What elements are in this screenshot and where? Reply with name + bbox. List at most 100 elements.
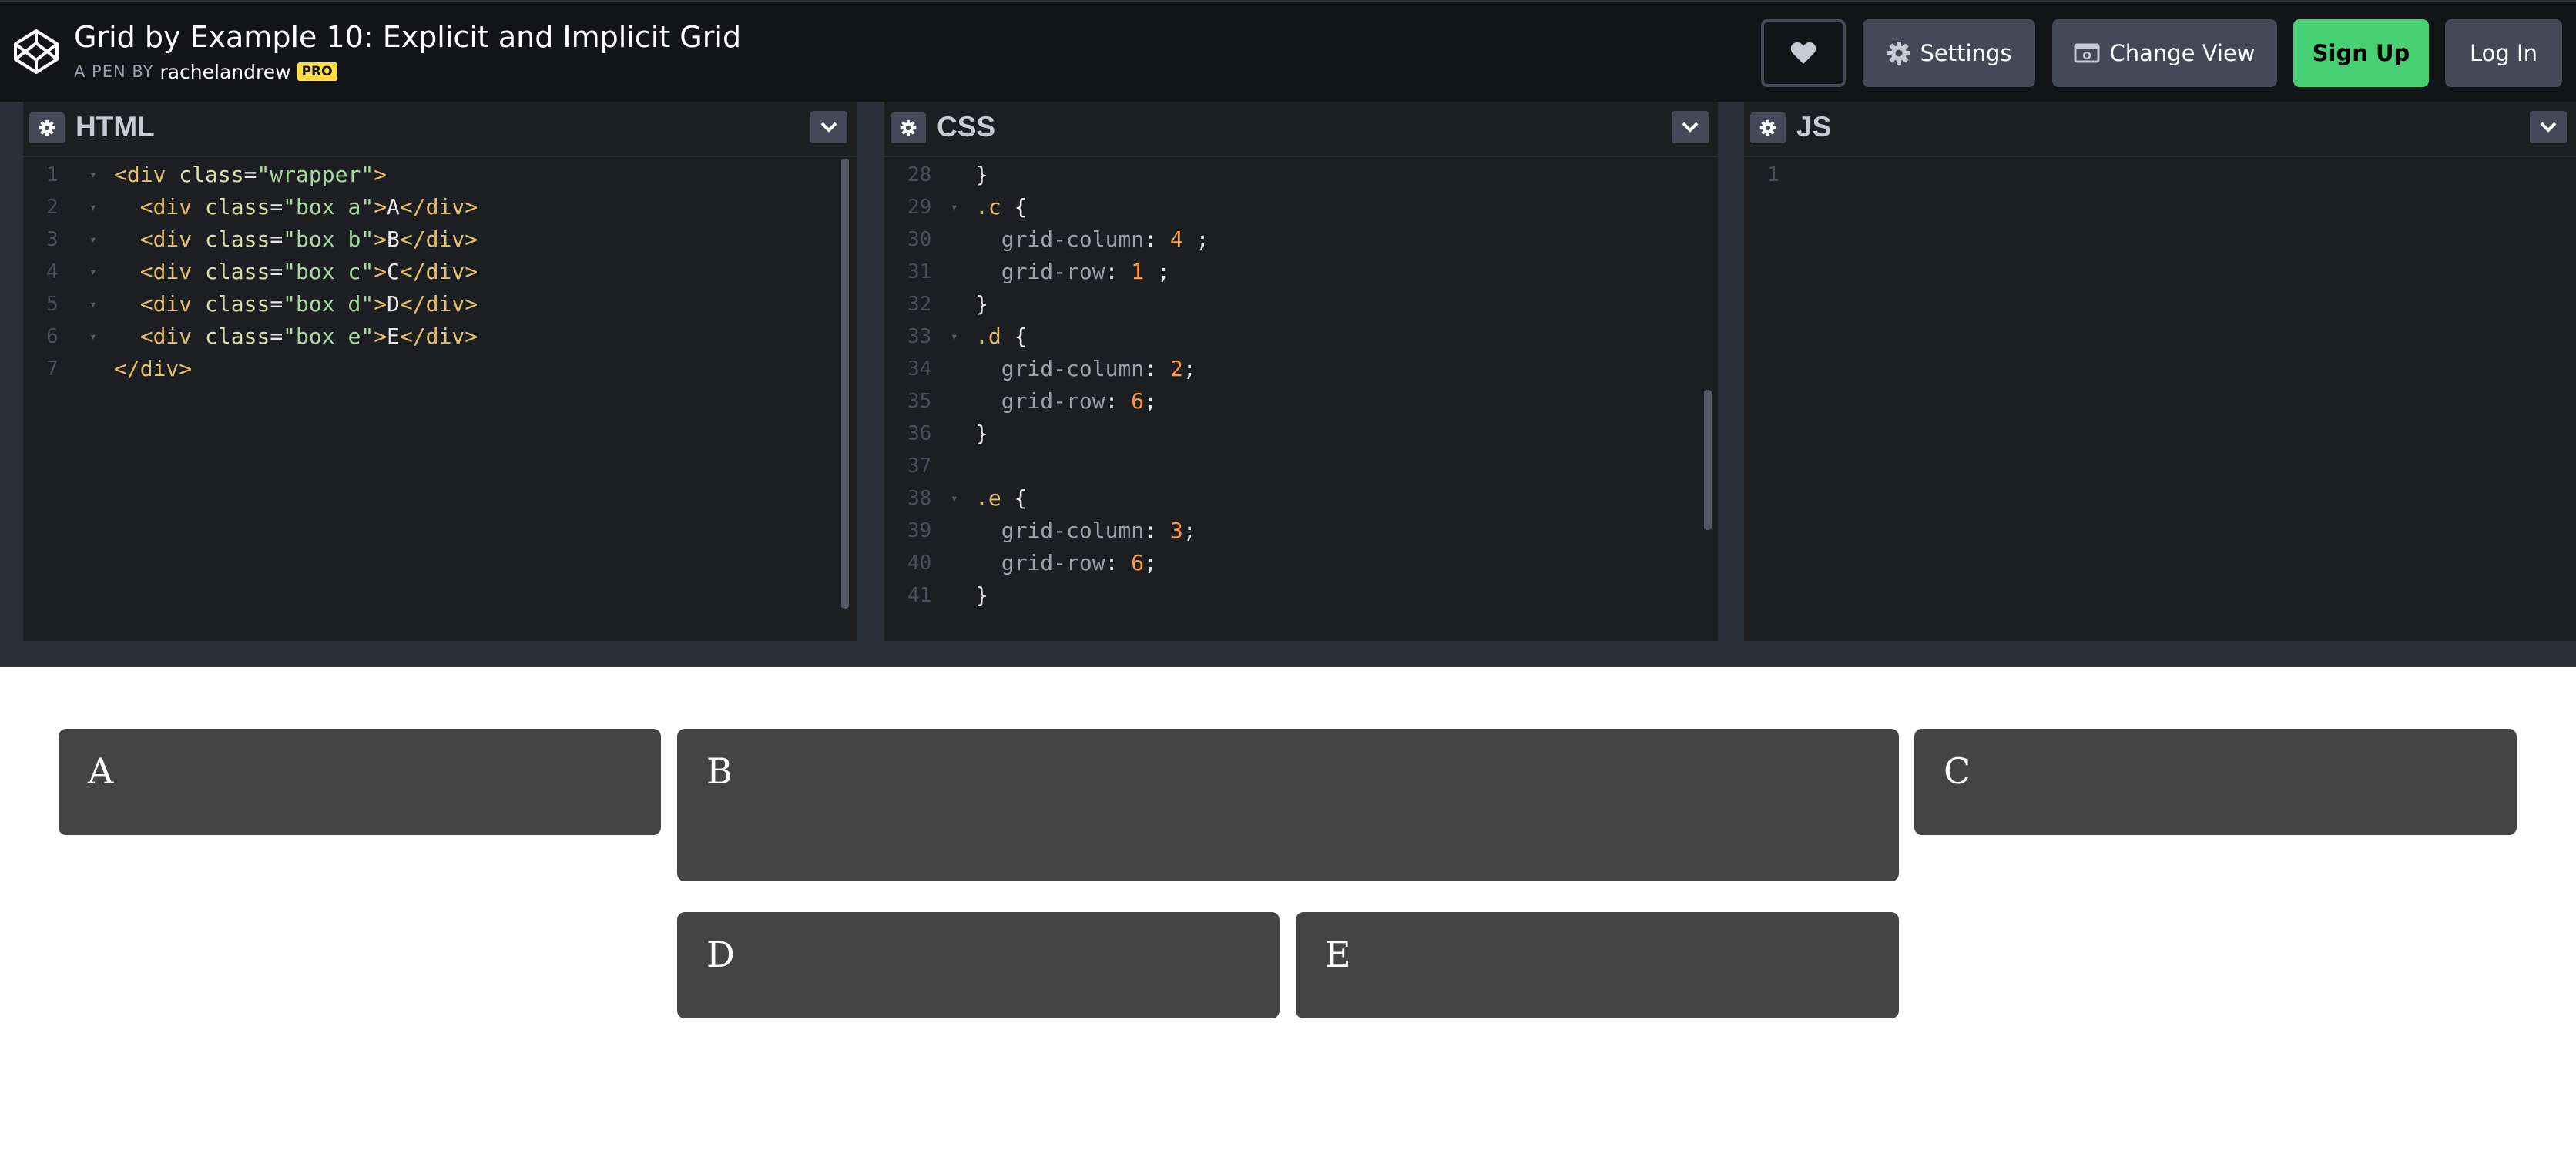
code-line[interactable]: 37 bbox=[884, 450, 1718, 482]
sign-up-button[interactable]: Sign Up bbox=[2293, 19, 2429, 87]
fold-arrow-icon[interactable]: ▾ bbox=[89, 256, 97, 288]
pen-by-label: A PEN BY bbox=[74, 62, 154, 81]
author-link[interactable]: rachelandrew bbox=[159, 61, 290, 83]
code-token: = bbox=[270, 226, 283, 252]
chevron-down-icon bbox=[1682, 122, 1699, 133]
code-token: > bbox=[374, 291, 387, 317]
result-resizer[interactable] bbox=[0, 641, 2576, 667]
editor-resizer-1[interactable] bbox=[857, 102, 884, 641]
codepen-logo-icon[interactable] bbox=[12, 28, 60, 75]
fold-arrow-icon[interactable]: ▾ bbox=[89, 191, 97, 223]
code-token: 1 bbox=[1131, 259, 1145, 284]
code-token: B bbox=[387, 226, 400, 252]
log-in-button[interactable]: Log In bbox=[2445, 19, 2562, 87]
code-text: <div class="box d">D</div> bbox=[114, 288, 478, 320]
code-token: </div> bbox=[399, 226, 478, 252]
code-token: A bbox=[387, 194, 400, 220]
code-line[interactable]: 1 bbox=[1744, 159, 2576, 191]
fold-arrow-icon[interactable]: ▾ bbox=[951, 320, 958, 353]
code-text: grid-row: 6; bbox=[975, 547, 1157, 579]
code-text: <div class="wrapper"> bbox=[114, 159, 387, 191]
code-token: "box c" bbox=[283, 259, 374, 284]
css-editor[interactable]: CSS 28} 29 ▾ .c {30 grid-column: 4 ; 31 grid… bbox=[884, 102, 1718, 641]
fold-arrow-icon[interactable]: ▾ bbox=[951, 191, 958, 223]
code-text: } bbox=[975, 579, 988, 612]
fold-arrow-icon[interactable]: ▾ bbox=[89, 288, 97, 320]
line-number: 34 bbox=[907, 357, 932, 381]
line-number: 7 bbox=[46, 357, 59, 381]
html-scrollbar[interactable] bbox=[841, 159, 849, 609]
line-number: 31 bbox=[907, 260, 932, 283]
code-line[interactable]: 32} bbox=[884, 288, 1718, 320]
line-number: 40 bbox=[907, 552, 932, 575]
html-editor[interactable]: HTML 1 ▾ <div class="wrapper"> 2 ▾ <div clas… bbox=[23, 102, 857, 641]
love-button[interactable] bbox=[1761, 19, 1846, 87]
code-line[interactable]: 3 ▾ <div class="box b">B</div> bbox=[23, 223, 857, 256]
line-number: 1 bbox=[46, 163, 59, 186]
code-line[interactable]: 28} bbox=[884, 159, 1718, 191]
code-line[interactable]: 41} bbox=[884, 579, 1718, 612]
line-number: 33 bbox=[907, 325, 932, 348]
css-collapse-button[interactable] bbox=[1672, 111, 1709, 143]
line-number: 6 bbox=[46, 325, 59, 348]
line-number: 1 bbox=[1767, 163, 1779, 186]
code-line[interactable]: 4 ▾ <div class="box c">C</div> bbox=[23, 256, 857, 288]
code-text: grid-column: 3; bbox=[975, 515, 1196, 547]
line-number: 38 bbox=[907, 487, 932, 510]
code-line[interactable]: 40 grid-row: 6; bbox=[884, 547, 1718, 579]
js-collapse-button[interactable] bbox=[2530, 111, 2567, 143]
code-text: } bbox=[975, 288, 988, 320]
code-line[interactable]: 1 ▾ <div class="wrapper"> bbox=[23, 159, 857, 191]
code-token: class bbox=[179, 162, 244, 187]
html-code[interactable]: 1 ▾ <div class="wrapper"> 2 ▾ <div class="bo… bbox=[23, 159, 857, 385]
gear-icon bbox=[1887, 42, 1910, 65]
line-number: 5 bbox=[46, 293, 59, 316]
fold-arrow-icon[interactable]: ▾ bbox=[89, 223, 97, 256]
code-token: > bbox=[374, 162, 387, 187]
code-token: "box b" bbox=[283, 226, 374, 252]
code-line[interactable]: 36} bbox=[884, 418, 1718, 450]
code-token: "box a" bbox=[283, 194, 374, 220]
code-line[interactable]: 6 ▾ <div class="box e">E</div> bbox=[23, 320, 857, 353]
pen-title[interactable]: Grid by Example 10: Explicit and Implici… bbox=[74, 18, 741, 55]
html-collapse-button[interactable] bbox=[810, 111, 847, 143]
css-settings-button[interactable] bbox=[891, 112, 926, 143]
code-token: grid-row bbox=[1001, 259, 1105, 284]
html-settings-button[interactable] bbox=[29, 112, 65, 143]
js-editor[interactable]: JS 1 bbox=[1744, 102, 2576, 641]
change-view-button[interactable]: Change View bbox=[2052, 19, 2277, 87]
js-code[interactable]: 1 bbox=[1744, 159, 2576, 191]
code-line[interactable]: 31 grid-row: 1 ; bbox=[884, 256, 1718, 288]
code-line[interactable]: 7 </div> bbox=[23, 353, 857, 385]
code-token: = bbox=[270, 194, 283, 220]
code-token: <div bbox=[139, 259, 206, 284]
code-text: <div class="box a">A</div> bbox=[114, 191, 478, 223]
code-line[interactable]: 2 ▾ <div class="box a">A</div> bbox=[23, 191, 857, 223]
fold-arrow-icon[interactable]: ▾ bbox=[89, 320, 97, 353]
js-settings-button[interactable] bbox=[1750, 112, 1786, 143]
fold-arrow-icon[interactable]: ▾ bbox=[89, 159, 97, 191]
code-line[interactable]: 33 ▾ .d { bbox=[884, 320, 1718, 353]
code-line[interactable]: 35 grid-row: 6; bbox=[884, 385, 1718, 418]
code-line[interactable]: 34 grid-column: 2; bbox=[884, 353, 1718, 385]
editor-resizer-2[interactable] bbox=[1718, 102, 1744, 641]
code-token: class bbox=[205, 324, 270, 349]
fold-arrow-icon[interactable]: ▾ bbox=[951, 482, 958, 515]
editor-resizer-left[interactable] bbox=[0, 102, 23, 641]
code-line[interactable]: 5 ▾ <div class="box d">D</div> bbox=[23, 288, 857, 320]
code-line[interactable]: 38 ▾ .e { bbox=[884, 482, 1718, 515]
code-token: .e bbox=[975, 485, 1001, 511]
grid-box-d: D bbox=[677, 912, 1280, 1018]
code-text: } bbox=[975, 159, 988, 191]
css-scrollbar[interactable] bbox=[1704, 390, 1712, 530]
code-line[interactable]: 29 ▾ .c { bbox=[884, 191, 1718, 223]
code-line[interactable]: 30 grid-column: 4 ; bbox=[884, 223, 1718, 256]
settings-button[interactable]: Settings bbox=[1863, 19, 2035, 87]
code-text: <div class="box e">E</div> bbox=[114, 320, 478, 353]
css-code[interactable]: 28} 29 ▾ .c {30 grid-column: 4 ; 31 grid-row… bbox=[884, 159, 1718, 612]
grid-box-b: B bbox=[677, 729, 1899, 881]
code-line[interactable]: 39 grid-column: 3; bbox=[884, 515, 1718, 547]
